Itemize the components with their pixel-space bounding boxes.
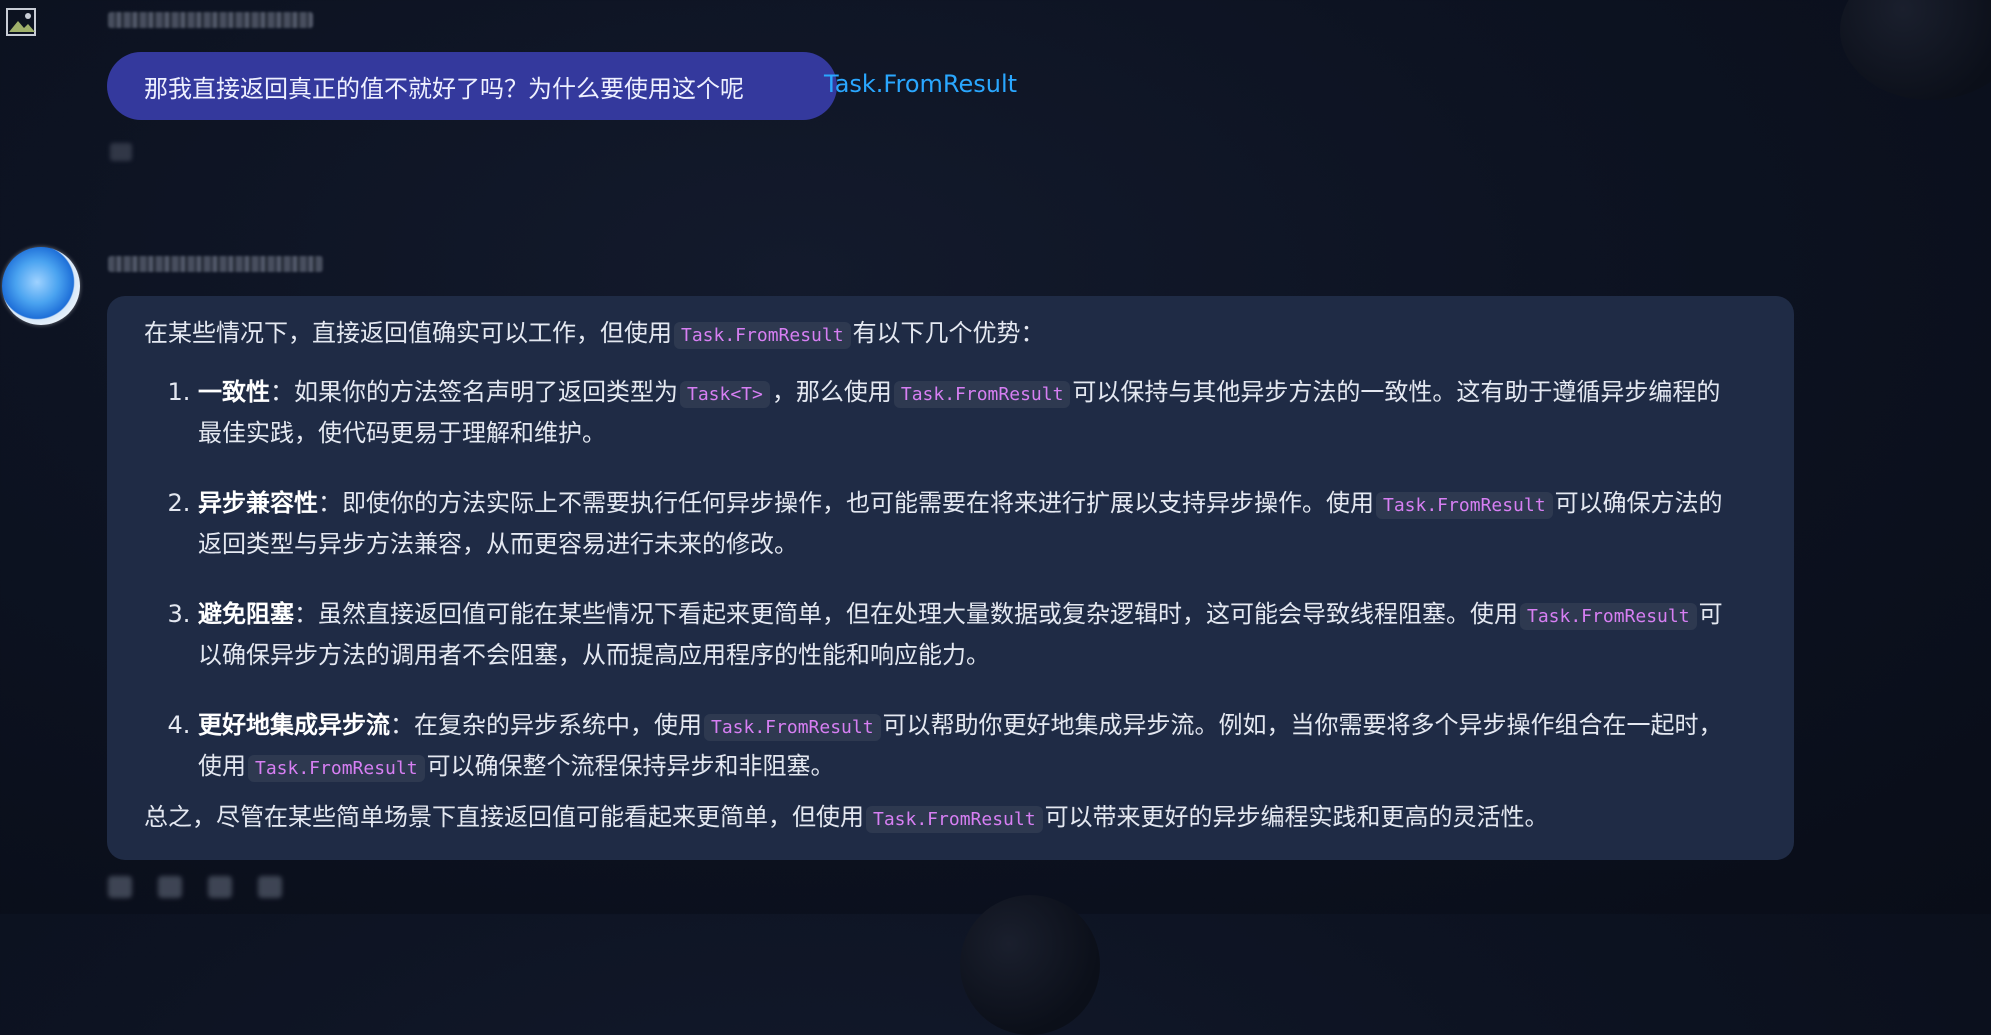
list-item-title: 避免阻塞 (198, 600, 294, 628)
message-actions (108, 876, 282, 898)
thumbs-up-icon[interactable] (158, 876, 182, 898)
assistant-avatar[interactable] (2, 247, 80, 325)
inline-code: Task.FromResult (1376, 492, 1553, 519)
list-item: 更好地集成异步流：在复杂的异步系统中，使用Task.FromResult可以帮助… (198, 706, 1744, 788)
inline-code: Task.FromResult (674, 322, 851, 349)
inline-code: Task.FromResult (704, 714, 881, 741)
list-item-title: 异步兼容性 (198, 489, 318, 517)
inline-code: Task.FromResult (1520, 603, 1697, 630)
inline-code: Task.FromResult (248, 755, 425, 782)
user-message-text: 那我直接返回真正的值不就好了吗？为什么要使用这个呢 (144, 74, 744, 103)
broken-image-icon (6, 8, 36, 36)
assistant-name-redacted (108, 256, 323, 272)
user-avatar[interactable] (4, 4, 42, 42)
user-message-code: Task.FromResult (824, 70, 1018, 98)
user-message-bubble: 那我直接返回真正的值不就好了吗？为什么要使用这个呢 (107, 52, 837, 120)
inline-code: Task.FromResult (866, 806, 1043, 833)
more-icon[interactable] (258, 876, 282, 898)
list-item: 避免阻塞：虽然直接返回值可能在某些情况下看起来更简单，但在处理大量数据或复杂逻辑… (198, 595, 1744, 675)
background-orb (1840, 0, 1991, 100)
thumbs-down-icon[interactable] (208, 876, 232, 898)
copy-icon[interactable] (108, 876, 132, 898)
message-meta-icon[interactable] (110, 143, 132, 161)
list-item: 一致性：如果你的方法签名声明了返回类型为Task<T>，那么使用Task.Fro… (198, 373, 1744, 453)
assistant-summary: 总之，尽管在某些简单场景下直接返回值可能看起来更简单，但使用 Task.FromR… (144, 803, 1549, 833)
user-name-redacted (108, 12, 313, 28)
assistant-intro: 在某些情况下，直接返回值确实可以工作，但使用 Task.FromResult 有以下… (144, 319, 1045, 349)
background-orb (960, 895, 1100, 1035)
inline-code: Task.FromResult (893, 381, 1071, 408)
inline-code: Task<T> (680, 381, 770, 408)
advantages-list: 一致性：如果你的方法签名声明了返回类型为Task<T>，那么使用Task.Fro… (144, 373, 1744, 788)
assistant-message-bubble: 在某些情况下，直接返回值确实可以工作，但使用 Task.FromResult 有以下… (107, 296, 1794, 860)
list-item-title: 更好地集成异步流 (198, 711, 390, 739)
list-item-title: 一致性 (198, 378, 270, 406)
list-item: 异步兼容性：即使你的方法实际上不需要执行任何异步操作，也可能需要在将来进行扩展以… (198, 484, 1744, 564)
